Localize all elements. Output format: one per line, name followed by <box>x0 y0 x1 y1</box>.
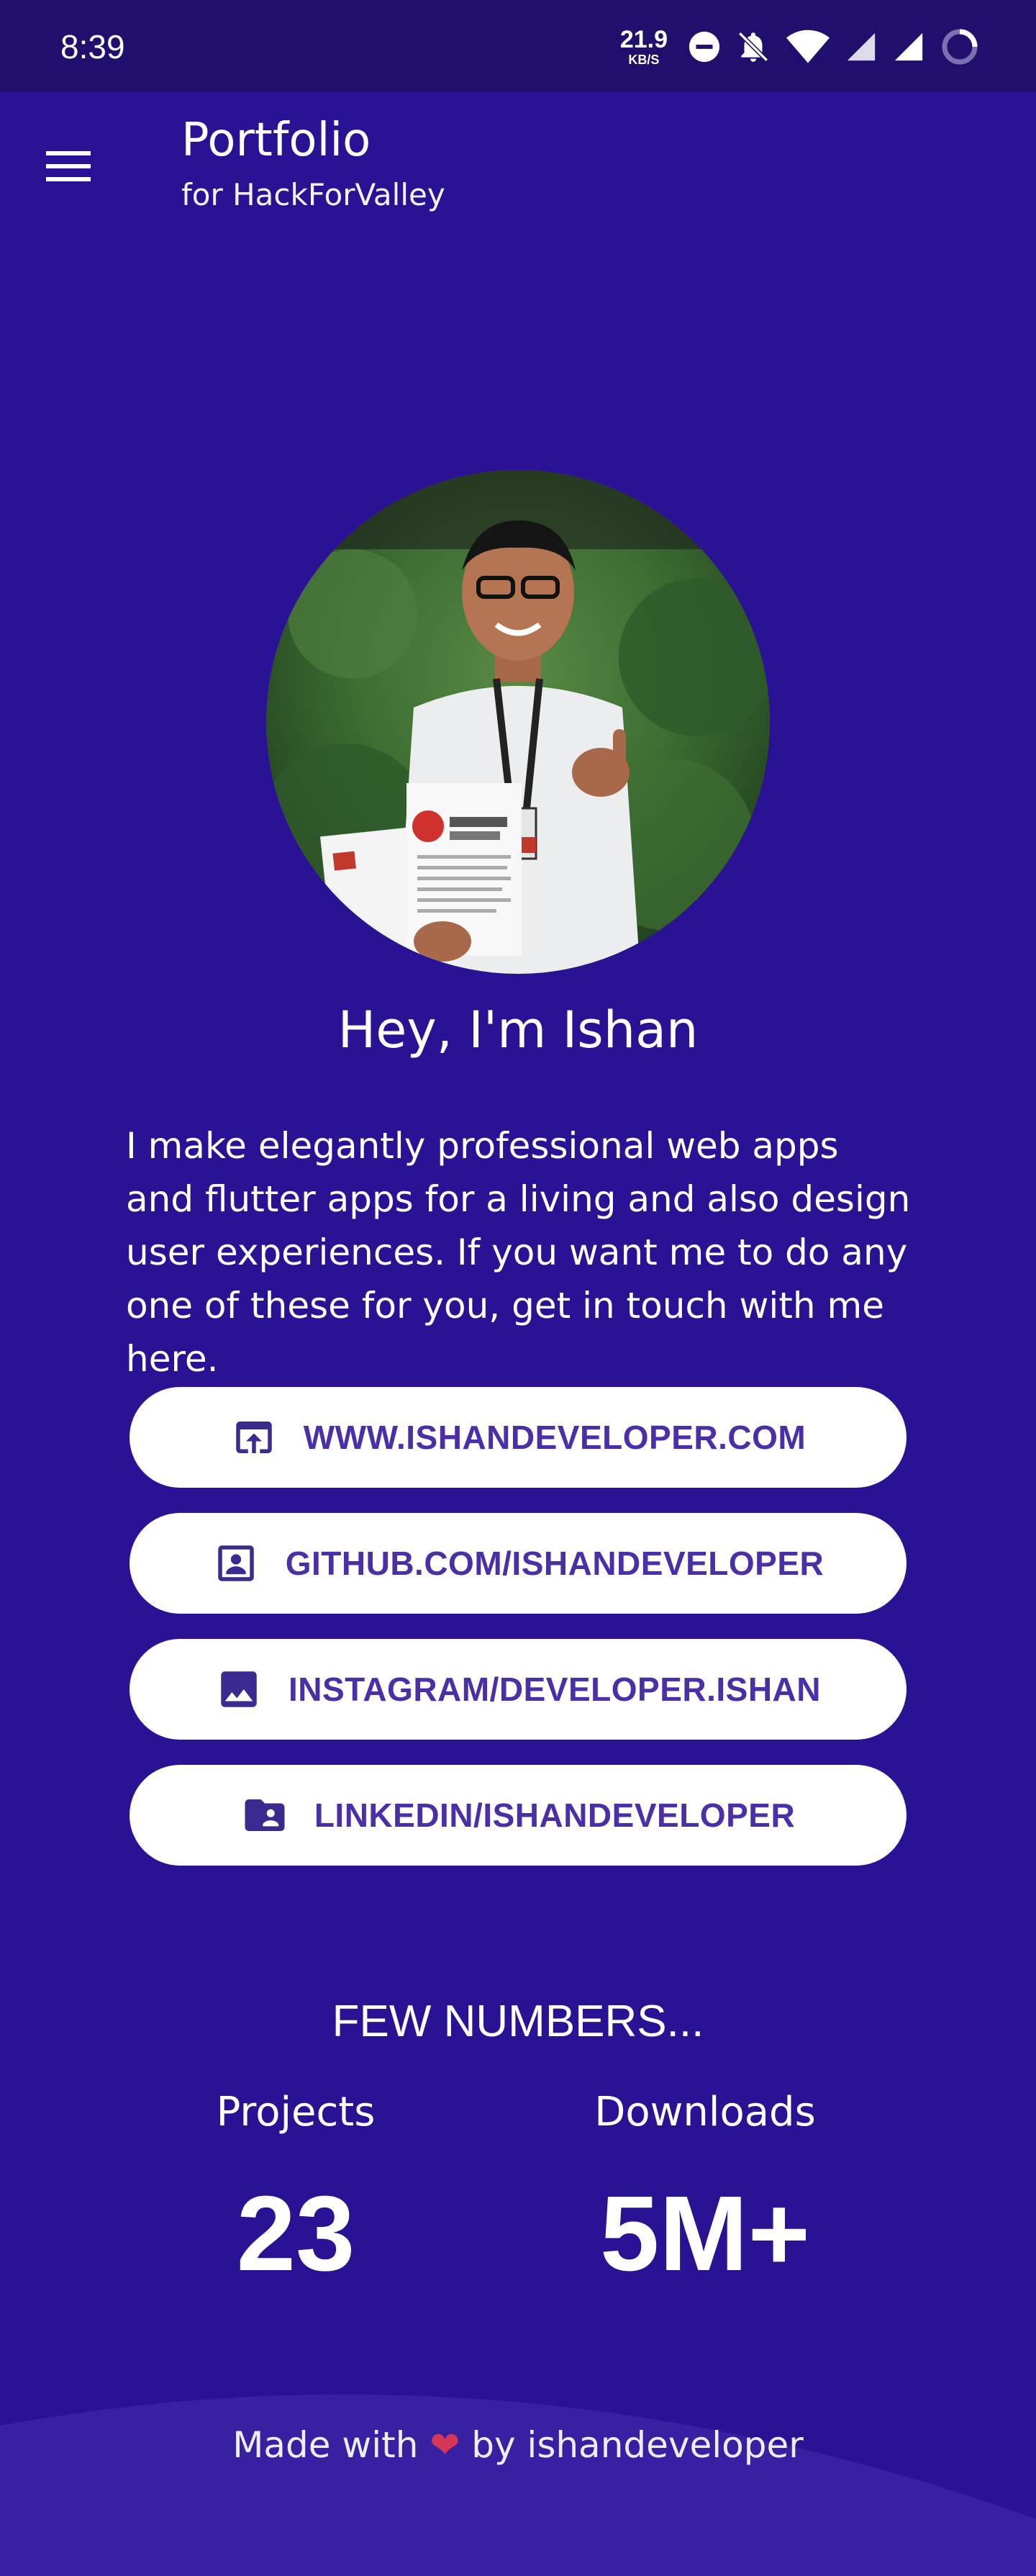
profile-photo <box>266 470 770 974</box>
status-icons: 21.9 KB/S <box>620 22 980 72</box>
linkedin-link-label: LINKEDIN/ISHANDEVELOPER <box>314 1797 796 1834</box>
github-link-label: GITHUB.COM/ISHANDEVELOPER <box>285 1545 824 1582</box>
app-bar: Portfolio for HackForValley <box>0 92 1036 236</box>
stat-label-downloads: Downloads <box>594 2089 816 2136</box>
image-icon <box>215 1666 263 1713</box>
signal-icon <box>847 32 876 61</box>
open-in-browser-icon <box>230 1414 278 1461</box>
linkedin-link-button[interactable]: LINKEDIN/ISHANDEVELOPER <box>130 1765 906 1866</box>
wifi-icon <box>786 30 830 63</box>
website-link-label: WWW.ISHANDEVELOPER.COM <box>303 1419 806 1456</box>
footer-credit: Made with ❤ by ishandeveloper <box>0 2424 1036 2466</box>
heart-icon: ❤ <box>430 2424 460 2466</box>
network-speed: 21.9 KB/S <box>620 27 668 66</box>
bell-off-icon <box>738 32 768 62</box>
app-subtitle: for HackForValley <box>181 177 445 212</box>
portrait-icon <box>212 1540 260 1587</box>
menu-button[interactable] <box>42 141 99 191</box>
bio-text: I make elegantly professional web apps a… <box>126 1125 911 1380</box>
status-bar: 8:39 21.9 KB/S <box>0 0 1036 92</box>
stat-label-projects: Projects <box>216 2089 376 2136</box>
website-link-button[interactable]: WWW.ISHANDEVELOPER.COM <box>130 1387 906 1488</box>
footer-wave <box>0 2394 1036 2576</box>
github-link-button[interactable]: GITHUB.COM/ISHANDEVELOPER <box>130 1513 906 1614</box>
app-title: Portfolio <box>181 114 371 167</box>
network-speed-value: 21.9 <box>619 26 668 53</box>
instagram-link-button[interactable]: INSTAGRAM/DEVELOPER.ISHAN <box>130 1639 906 1740</box>
signal-icon <box>894 32 923 61</box>
avatar <box>266 470 770 974</box>
network-speed-unit: KB/S <box>628 53 660 67</box>
greeting-heading: Hey, I'm Ishan <box>337 1000 699 1059</box>
status-time: 8:39 <box>60 28 125 65</box>
do-not-disturb-icon <box>689 31 720 63</box>
stat-value-downloads: 5M+ <box>599 2174 811 2293</box>
hamburger-menu-icon <box>46 151 91 181</box>
folder-shared-icon <box>241 1791 288 1839</box>
footer-suffix: by ishandeveloper <box>471 2424 804 2466</box>
instagram-link-label: INSTAGRAM/DEVELOPER.ISHAN <box>288 1671 822 1708</box>
footer-prefix: Made with <box>232 2424 419 2466</box>
battery-charging-icon <box>942 29 978 65</box>
numbers-title: FEW NUMBERS... <box>332 1997 704 2046</box>
stat-value-projects: 23 <box>236 2174 355 2293</box>
